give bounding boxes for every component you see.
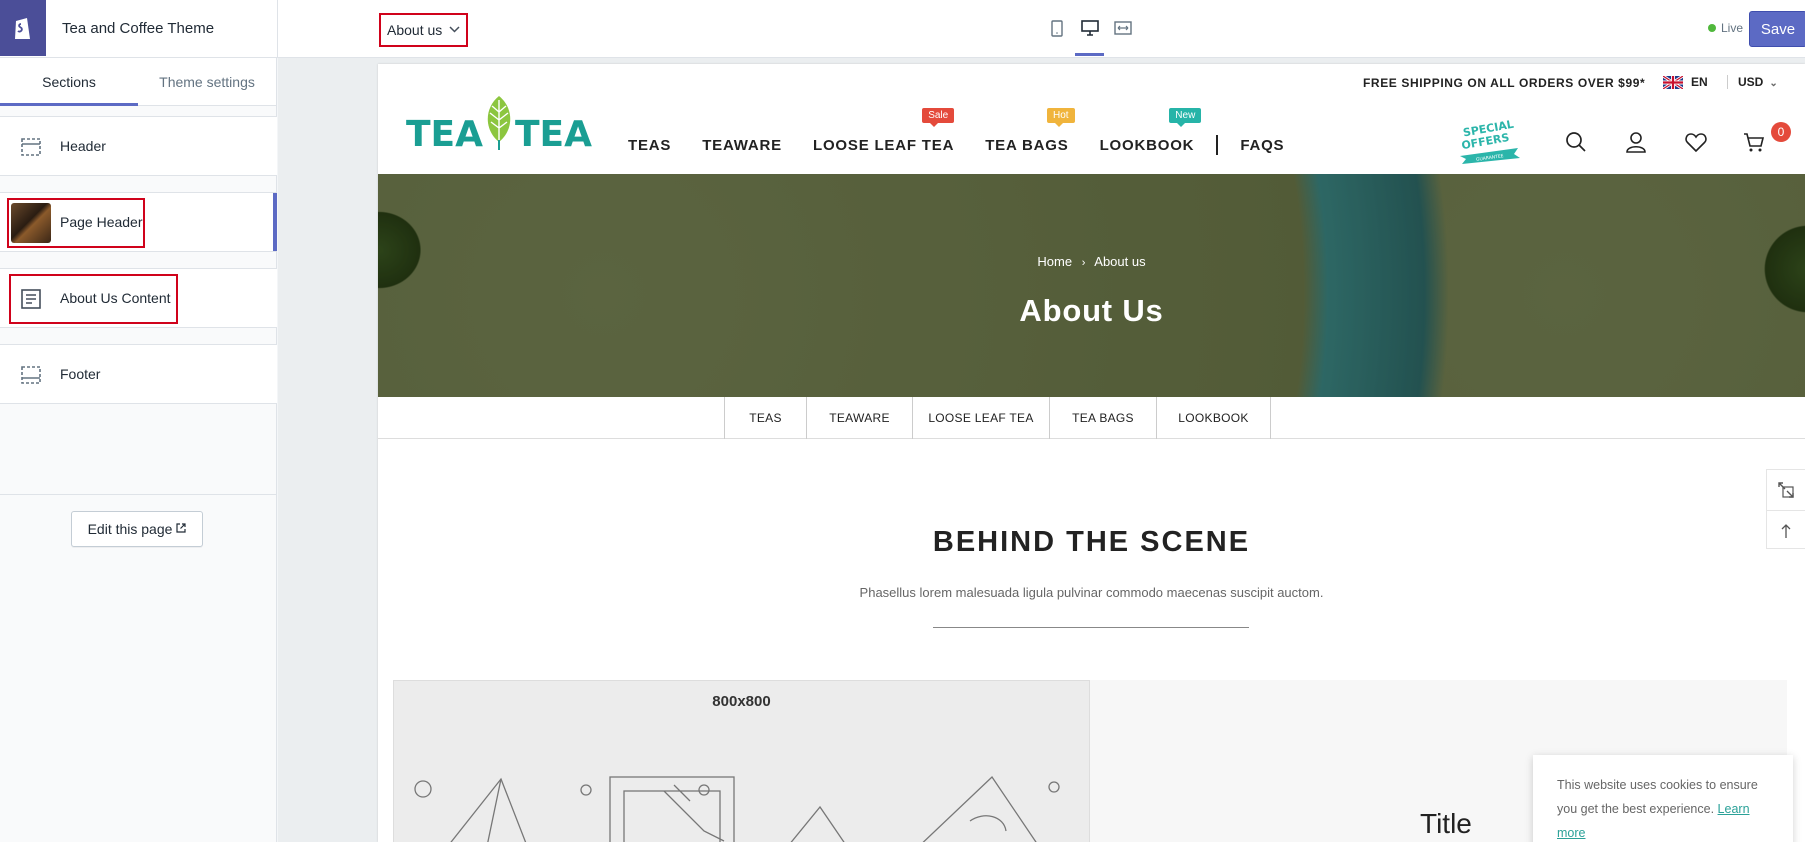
expand-width-icon: [1113, 21, 1132, 35]
chevron-down-icon: [449, 24, 460, 36]
brand-logo-left: TEA: [406, 114, 483, 154]
user-account-icon[interactable]: [1624, 130, 1648, 154]
section-title: BEHIND THE SCENE: [932, 526, 1251, 558]
nav-label: LOOSE LEAF TEA: [813, 136, 955, 154]
desktop-icon: [1080, 20, 1099, 36]
uk-flag-icon: [1663, 75, 1683, 89]
image-placeholder: 800x800: [393, 680, 1090, 842]
store-preview: FREE SHIPPING ON ALL ORDERS OVER $99* EN…: [378, 64, 1805, 842]
sidebar: Sections Theme settings Header Page Head…: [0, 58, 277, 842]
header-layout-icon: [19, 135, 43, 159]
mobile-icon: [1050, 19, 1063, 37]
page-header-thumbnail: [11, 203, 51, 243]
sidebar-divider: [0, 494, 277, 495]
tab-sections[interactable]: Sections: [0, 58, 138, 106]
desktop-view-button[interactable]: [1073, 0, 1106, 56]
breadcrumb-home[interactable]: Home: [1037, 254, 1072, 269]
cart-count-badge: 0: [1771, 122, 1791, 142]
nav-label: FAQS: [1240, 136, 1285, 154]
shipping-note: FREE SHIPPING ON ALL ORDERS OVER $99*: [1363, 76, 1646, 90]
live-status: Live: [1708, 21, 1743, 35]
sub-menu-item-tea-bags[interactable]: TEA BAGS: [1049, 397, 1156, 439]
arrow-up-icon: [1781, 523, 1791, 538]
sub-menu: TEAS TEAWARE LOOSE LEAF TEA TEA BAGS LOO…: [378, 397, 1805, 439]
special-offers-badge[interactable]: SPECIAL OFFERS GUARANTEE: [1456, 118, 1522, 164]
sale-badge: Sale: [922, 107, 955, 127]
external-link-icon: [176, 522, 187, 536]
cart-icon[interactable]: [1742, 130, 1766, 154]
page-header-banner: Home › About us About Us: [378, 174, 1805, 397]
currency-selector[interactable]: USD ⌄: [1727, 75, 1778, 89]
editor-topbar: Tea and Coffee Theme About us Live Save: [0, 0, 1805, 58]
panel-title: Title: [1420, 808, 1472, 839]
section-item-page-header[interactable]: Page Header: [0, 192, 277, 252]
sub-menu-item-lookbook[interactable]: LOOKBOOK: [1156, 397, 1271, 439]
section-label: Page Header: [60, 214, 143, 230]
page-selector[interactable]: About us: [379, 13, 468, 47]
search-icon[interactable]: [1564, 130, 1588, 154]
section-label: Header: [60, 138, 106, 154]
section-subtitle: Phasellus lorem malesuada ligula pulvina…: [859, 585, 1324, 600]
section-label: Footer: [60, 366, 101, 382]
resize-icon: [1778, 482, 1794, 498]
text-block-icon: [19, 287, 43, 311]
nav-separator: [1216, 135, 1219, 155]
nav-label: TEAS: [628, 136, 672, 154]
footer-layout-icon: [19, 363, 43, 387]
section-label: About Us Content: [60, 290, 171, 306]
new-badge: New: [1169, 107, 1202, 127]
language-selector[interactable]: EN: [1663, 75, 1708, 89]
section-item-about-us-content[interactable]: About Us Content: [0, 268, 277, 328]
preview-area: FREE SHIPPING ON ALL ORDERS OVER $99* EN…: [278, 58, 1805, 842]
cookie-notice: This website uses cookies to ensure you …: [1533, 755, 1793, 842]
fullscreen-view-button[interactable]: [1106, 0, 1139, 56]
section-item-header[interactable]: Header: [0, 116, 277, 176]
language-label: EN: [1691, 75, 1708, 89]
save-button[interactable]: Save: [1749, 11, 1805, 47]
edit-page-button[interactable]: Edit this page: [71, 511, 203, 547]
chevron-right-icon: ›: [1081, 257, 1086, 269]
banner-overlay: [378, 174, 1805, 397]
leaf-icon: [487, 96, 511, 152]
edit-page-label: Edit this page: [87, 521, 173, 537]
sub-menu-item-teaware[interactable]: TEAWARE: [806, 397, 912, 439]
section-divider: [933, 627, 1249, 628]
nav-item-lookbook[interactable]: LOOKBOOK New: [1099, 107, 1202, 154]
sub-menu-item-teas[interactable]: TEAS: [724, 397, 806, 439]
live-label: Live: [1721, 21, 1744, 35]
nav-label: TEA BAGS: [985, 136, 1069, 154]
topbar-divider: [277, 0, 278, 58]
breadcrumb-current: About us: [1094, 254, 1146, 269]
nav-item-teaware[interactable]: TEAWARE: [702, 137, 782, 154]
shopify-logo-icon[interactable]: [0, 0, 46, 56]
hot-badge: Hot: [1047, 107, 1075, 127]
back-to-top-button[interactable]: [1767, 510, 1805, 550]
side-tools: [1766, 469, 1805, 549]
nav-item-teas[interactable]: TEAS: [628, 137, 671, 154]
wishlist-heart-icon[interactable]: [1684, 130, 1708, 154]
sidebar-tabs: Sections Theme settings: [0, 58, 276, 106]
nav-label: LOOKBOOK: [1099, 136, 1195, 154]
page-title: About Us: [1019, 293, 1164, 328]
section-item-footer[interactable]: Footer: [0, 344, 277, 404]
tab-theme-settings[interactable]: Theme settings: [138, 58, 276, 105]
device-toggles: [1040, 0, 1139, 56]
nav-item-tea-bags[interactable]: TEA BAGS Hot: [985, 107, 1075, 154]
nav-label: TEAWARE: [702, 136, 782, 154]
main-nav: TEAS TEAWARE LOOSE LEAF TEA Sale TEA BAG…: [628, 107, 1315, 155]
sub-menu-item-loose-leaf-tea[interactable]: LOOSE LEAF TEA: [912, 397, 1049, 439]
chevron-down-icon: ⌄: [1769, 78, 1778, 89]
theme-name: Tea and Coffee Theme: [62, 20, 215, 37]
brand-logo[interactable]: TEA TEA: [406, 90, 600, 154]
breadcrumb: Home › About us: [378, 254, 1805, 269]
mobile-view-button[interactable]: [1040, 0, 1073, 56]
brand-logo-right: TEA: [515, 114, 592, 154]
placeholder-illustration: [414, 776, 1060, 842]
currency-label: USD: [1738, 75, 1764, 89]
live-dot-icon: [1708, 24, 1716, 32]
nav-item-faqs[interactable]: FAQS: [1240, 137, 1284, 154]
compare-tool-button[interactable]: [1767, 470, 1805, 510]
nav-item-loose-leaf-tea[interactable]: LOOSE LEAF TEA Sale: [813, 107, 955, 154]
page-selector-label: About us: [387, 22, 443, 38]
